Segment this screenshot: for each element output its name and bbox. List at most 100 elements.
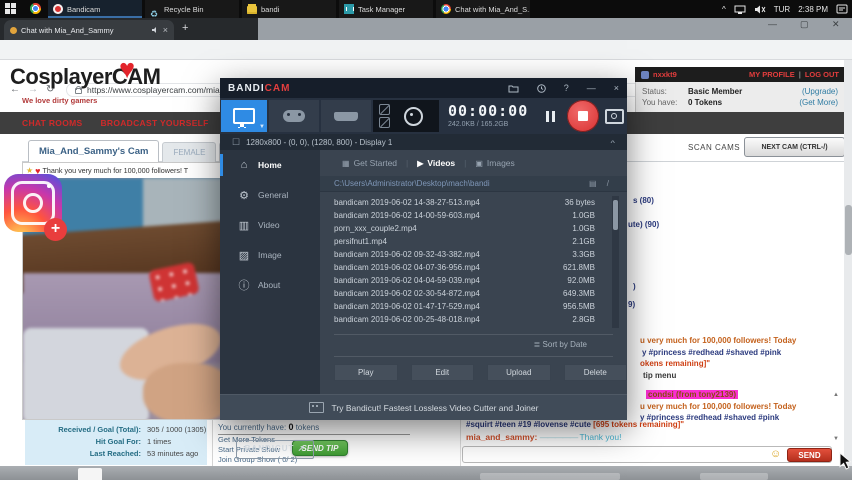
site-logo[interactable]: CosplayerCAM [10,64,160,90]
screen-recording-mode-button[interactable]: ▼ [221,100,267,132]
bandicam-sidebar-about[interactable]: ⓘAbout [220,270,320,300]
window-close-button[interactable]: ✕ [832,19,840,30]
cam-tab-female[interactable]: FEMALE [162,142,216,163]
hidden-icons-chevron[interactable]: ^ [722,5,726,14]
volume-muted-icon[interactable] [754,5,766,14]
chat-scroll-down-icon[interactable]: ▼ [833,436,839,442]
file-row[interactable]: bandicam 2019-06-02 14-38-27-513.mp436 b… [320,196,627,209]
taskbar-item-task-manager[interactable]: Task Manager [339,0,433,18]
user-panel-body: Status: Basic Member (Upgrade) You have:… [635,82,845,114]
pause-button[interactable] [546,98,555,134]
username[interactable]: nxxkt9 [653,70,677,79]
schedule-clock-icon[interactable] [537,84,546,93]
taskbar-item-label: Bandicam [67,5,100,14]
file-row[interactable]: bandicam 2019-06-02 01-47-17-529.mp4956.… [320,300,627,313]
microphone-muted-icon[interactable] [379,117,390,128]
file-row[interactable]: bandicam 2019-06-02 04-04-59-039.mp492.0… [320,274,627,287]
taskbar-item-bandi[interactable]: bandi [242,0,336,18]
play-button[interactable]: Play [334,364,398,381]
page-scrollbar-thumb[interactable] [845,205,852,255]
page-scrollbar[interactable] [844,60,852,466]
capture-target-label: 1280x800 - (0, 0), (1280, 800) - Display… [246,138,392,147]
webcam-icon[interactable] [404,107,423,126]
start-button[interactable] [5,3,25,15]
file-name: bandicam 2019-06-02 01-47-17-529.mp4 [334,302,555,311]
output-path-bar[interactable]: C:\Users\Administrator\Desktop\mach\band… [320,176,627,192]
emoji-button[interactable]: ☺ [770,448,781,461]
upgrade-link[interactable]: (Upgrade) [802,87,838,96]
display-tray-icon[interactable] [734,5,746,14]
speaker-muted-icon[interactable] [379,104,390,115]
my-profile-link[interactable]: MY PROFILE [749,70,795,79]
upload-button[interactable]: Upload [487,364,551,381]
file-row[interactable]: persifnut1.mp42.1GB [320,235,627,248]
clock[interactable]: 2:38 PM [798,5,828,14]
device-recording-mode-button[interactable] [321,100,371,132]
file-row[interactable]: bandicam 2019-06-02 02-30-54-872.mp4649.… [320,287,627,300]
capture-target-row[interactable]: ☐ 1280x800 - (0, 0), (1280, 800) - Displ… [220,134,627,150]
open-folder-icon[interactable] [508,84,519,93]
record-stop-button[interactable] [567,100,599,132]
bandicam-minimize-icon[interactable]: — [587,83,596,93]
logout-link[interactable]: LOG OUT [805,70,839,79]
chat-username[interactable]: mia_and_sammy: [466,432,537,442]
game-recording-mode-button[interactable] [269,100,319,132]
bandicam-sidebar-video[interactable]: ▥Video [220,210,320,240]
chat-send-button[interactable]: SEND [787,448,832,462]
new-tab-button[interactable]: + [182,23,188,34]
file-size: 1.0GB [572,211,595,220]
bandicam-tab-get-started[interactable]: ▦Get Started [342,158,397,168]
help-icon[interactable]: ? [564,83,569,93]
notification-center-icon[interactable] [836,4,848,14]
taskbar-item-bandicam[interactable]: Bandicam [48,0,142,18]
delete-button[interactable]: Delete [564,364,628,381]
nav-item-broadcast-yourself[interactable]: BROADCAST YOURSELF [100,118,208,128]
bandicam-sidebar-image[interactable]: ▨Image [220,240,320,270]
stat-value: 53 minutes ago [147,448,198,459]
stat-label: Received / Goal (Total): [25,424,141,435]
folder-open-icon[interactable]: ▤ / [589,179,613,188]
taskbar-item-chat-with-mia-and-s[interactable]: Chat with Mia_And_S... [436,0,530,18]
sort-by-date-button[interactable]: ≣ Sort by Date [320,340,627,349]
taskbar-apps: Bandicam Recycle BinbandiTask ManagerChat… [48,0,530,18]
bandicut-logo-button[interactable]: BANDICUT ↗ [236,440,314,459]
instagram-follow-badge[interactable]: + [44,218,67,241]
file-row[interactable]: bandicam 2019-06-02 04-07-36-956.mp4621.… [320,261,627,274]
screenshot-button[interactable] [605,98,624,134]
window-minimize-button[interactable]: — [768,19,777,29]
file-row[interactable]: bandicam 2019-06-02 14-00-59-603.mp41.0G… [320,209,627,222]
file-row[interactable]: bandicam 2019-06-02 00-25-48-018.mp42.8G… [320,313,627,326]
bandicam-sidebar-general[interactable]: ⚙General [220,180,320,210]
bandicam-sidebar-home[interactable]: ⌂Home [220,150,320,180]
tab-label: Get Started [354,158,397,168]
taskbar-item-recycle-bin[interactable]: Recycle Bin [145,0,239,18]
file-row[interactable]: porn_xxx_couple2.mp41.0GB [320,222,627,235]
window-maximize-button[interactable]: ▢ [800,19,809,30]
separator [334,334,613,335]
chat-scroll-up-icon[interactable]: ▲ [833,392,839,398]
file-list-scrollbar-thumb[interactable] [613,200,618,230]
chrome-taskbar-icon[interactable] [30,3,41,14]
file-action-buttons: Play Edit Upload Delete [320,364,627,381]
scan-cams-link[interactable]: SCAN CAMS [688,143,740,152]
nav-item-chat-rooms[interactable]: CHAT ROOMS [22,118,82,128]
bandicam-close-icon[interactable]: × [614,83,619,93]
collapse-chevron-icon[interactable]: ^ [610,139,615,145]
dropdown-arrow-icon[interactable]: ▼ [259,124,265,130]
video-file-list: bandicam 2019-06-02 14-38-27-513.mp436 b… [320,196,627,326]
tab-audio-icon[interactable] [151,26,159,34]
next-cam-button[interactable]: NEXT CAM (CTRL-/) [744,137,845,157]
edit-button[interactable]: Edit [411,364,475,381]
tab-close-icon[interactable]: × [163,25,168,35]
checkbox-icon[interactable]: ☐ [232,137,240,148]
file-size: 36 bytes [565,198,595,207]
bandicam-titlebar[interactable]: BANDICAM ? — × [220,78,627,98]
bandicut-promo-bar[interactable]: Try Bandicut! Fastest Lossless Video Cut… [220,394,627,420]
bandicam-tab-images[interactable]: ▣Images [475,158,514,168]
get-more-link[interactable]: (Get More) [799,98,838,107]
bandicam-tab-videos[interactable]: ▶Videos [417,158,455,168]
cam-tab-mia-and-sammy-s-cam[interactable]: Mia_And_Sammy's Cam [28,140,159,163]
browser-tab-active[interactable]: Chat with Mia_And_Sammy × [4,20,174,40]
file-row[interactable]: bandicam 2019-06-02 09-32-43-382.mp43.3G… [320,248,627,261]
language-indicator[interactable]: TUR [774,5,790,14]
